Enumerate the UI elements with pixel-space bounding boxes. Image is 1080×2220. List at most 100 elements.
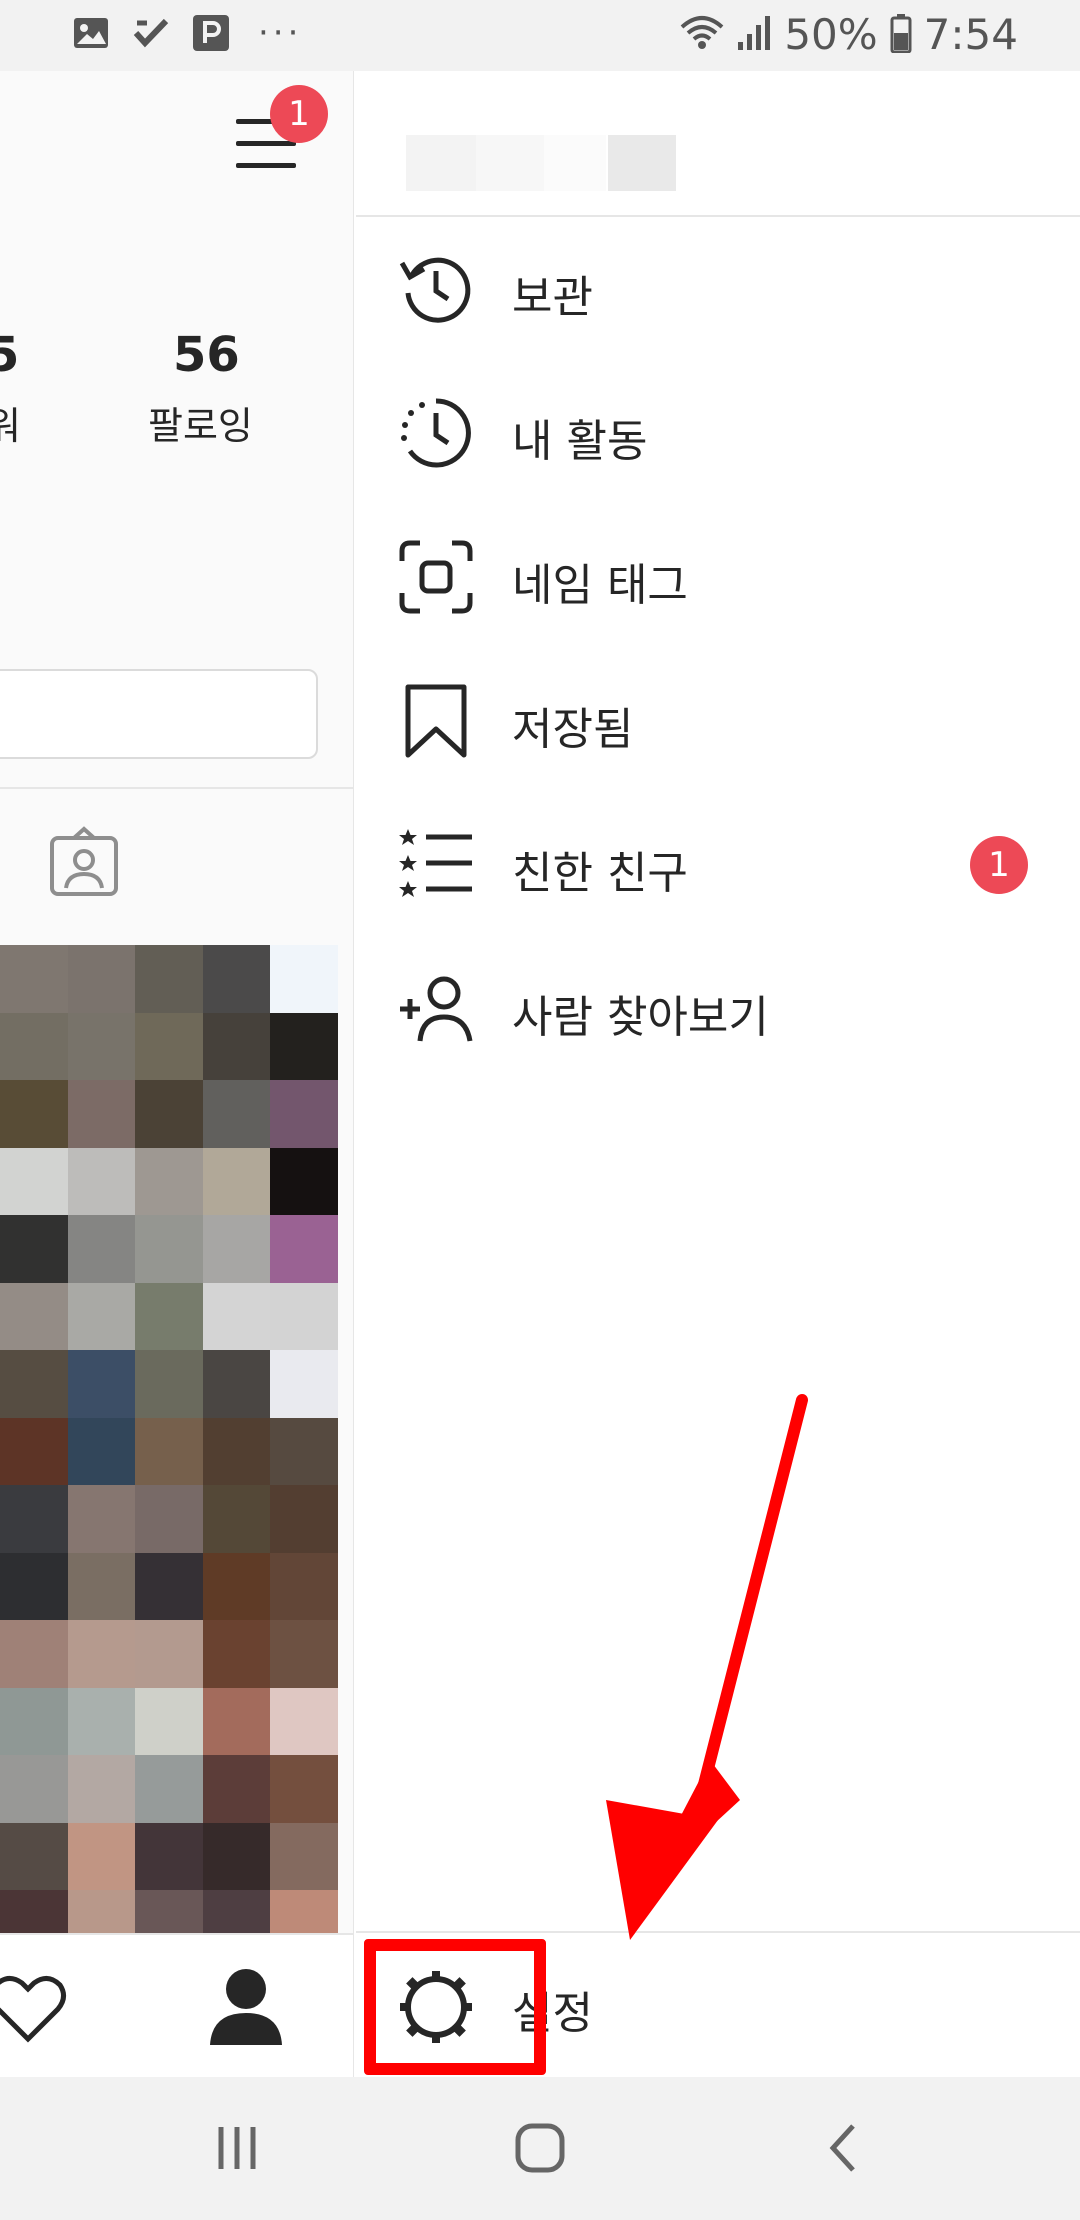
menu-item-nametag[interactable]: 네임 태그 (356, 505, 1080, 649)
username-blur (476, 135, 544, 191)
menu-item-activity[interactable]: 내 활동 (356, 361, 1080, 505)
photo-thumbnail[interactable] (135, 1552, 203, 1620)
photo-thumbnail[interactable] (135, 1080, 203, 1148)
nametag-icon (398, 539, 474, 615)
photo-thumbnail[interactable] (202, 1755, 271, 1823)
photo-thumbnail[interactable] (0, 1755, 68, 1823)
photo-thumbnail[interactable] (67, 1215, 136, 1283)
photo-thumbnail[interactable] (0, 1485, 68, 1553)
activity-icon (398, 395, 474, 471)
photo-thumbnail[interactable] (270, 1620, 338, 1688)
photo-thumbnail[interactable] (202, 1215, 271, 1283)
photo-thumbnail[interactable] (67, 1080, 136, 1148)
photo-thumbnail[interactable] (67, 1282, 136, 1350)
photo-thumbnail[interactable] (202, 1687, 271, 1755)
photo-thumbnail[interactable] (67, 1822, 136, 1890)
photo-thumbnail[interactable] (67, 1350, 136, 1418)
photo-thumbnail[interactable] (135, 1350, 203, 1418)
menu-item-archive[interactable]: 보관 (356, 217, 1080, 361)
menu-item-discover-people[interactable]: 사람 찾아보기 (356, 937, 1080, 1081)
profile-icon[interactable] (208, 1967, 284, 2047)
photo-thumbnail[interactable] (135, 1620, 203, 1688)
menu-item-saved[interactable]: 저장됨 (356, 649, 1080, 793)
photo-thumbnail[interactable] (270, 1890, 338, 1933)
following-label[interactable]: 팔로잉 (148, 395, 253, 450)
photo-thumbnail[interactable] (270, 1687, 338, 1755)
photo-thumbnail[interactable] (270, 1012, 338, 1080)
photo-thumbnail[interactable] (270, 1552, 338, 1620)
photo-thumbnail[interactable] (0, 1552, 68, 1620)
photo-thumbnail[interactable] (135, 1890, 203, 1933)
photo-thumbnail[interactable] (270, 1822, 338, 1890)
photo-thumbnail[interactable] (67, 1147, 136, 1215)
photo-thumbnail[interactable] (0, 1350, 68, 1418)
photo-thumbnail[interactable] (270, 945, 338, 1013)
photo-thumbnail[interactable] (67, 945, 136, 1013)
photo-thumbnail[interactable] (202, 1485, 271, 1553)
recent-apps-button[interactable] (202, 2113, 272, 2183)
photo-thumbnail[interactable] (202, 1147, 271, 1215)
photo-thumbnail[interactable] (0, 1282, 68, 1350)
photo-thumbnail[interactable] (135, 1755, 203, 1823)
followers-label[interactable]: 워 (0, 395, 21, 450)
following-count[interactable]: 56 (173, 327, 240, 383)
photo-thumbnail[interactable] (270, 1417, 338, 1485)
photo-thumbnail[interactable] (135, 1822, 203, 1890)
photo-thumbnail[interactable] (270, 1147, 338, 1215)
followers-count[interactable]: 5 (0, 327, 19, 383)
photo-grid[interactable] (0, 945, 338, 1933)
photo-thumbnail[interactable] (270, 1215, 338, 1283)
photo-thumbnail[interactable] (202, 1012, 271, 1080)
photo-thumbnail[interactable] (0, 1417, 68, 1485)
photo-thumbnail[interactable] (135, 1215, 203, 1283)
profile-pane: 1 5 워 56 팔로잉 (0, 71, 354, 1933)
photo-thumbnail[interactable] (135, 1485, 203, 1553)
photo-thumbnail[interactable] (135, 1282, 203, 1350)
photo-thumbnail[interactable] (135, 1417, 203, 1485)
photo-thumbnail[interactable] (0, 1080, 68, 1148)
photo-thumbnail[interactable] (270, 1080, 338, 1148)
home-button[interactable] (505, 2113, 575, 2183)
photo-thumbnail[interactable] (202, 1552, 271, 1620)
photo-thumbnail[interactable] (0, 1687, 68, 1755)
parking-icon (192, 14, 230, 52)
back-button[interactable] (808, 2113, 878, 2183)
photo-thumbnail[interactable] (270, 1282, 338, 1350)
photo-thumbnail[interactable] (202, 945, 271, 1013)
photo-thumbnail[interactable] (135, 945, 203, 1013)
photo-thumbnail[interactable] (202, 1350, 271, 1418)
photo-thumbnail[interactable] (202, 1822, 271, 1890)
photo-thumbnail[interactable] (135, 1687, 203, 1755)
photo-thumbnail[interactable] (0, 1012, 68, 1080)
photo-thumbnail[interactable] (67, 1687, 136, 1755)
menu-item-close-friends[interactable]: 친한 친구 1 (356, 793, 1080, 937)
photo-thumbnail[interactable] (67, 1012, 136, 1080)
photo-thumbnail[interactable] (67, 1552, 136, 1620)
tagged-photos-icon[interactable] (48, 826, 120, 898)
photo-thumbnail[interactable] (0, 1620, 68, 1688)
bookmark-icon (398, 683, 474, 759)
photo-thumbnail[interactable] (67, 1890, 136, 1933)
photo-thumbnail[interactable] (67, 1620, 136, 1688)
heart-icon[interactable] (0, 1969, 68, 2049)
photo-thumbnail[interactable] (67, 1755, 136, 1823)
photo-thumbnail[interactable] (0, 1822, 68, 1890)
photo-thumbnail[interactable] (0, 1215, 68, 1283)
photo-thumbnail[interactable] (202, 1282, 271, 1350)
photo-thumbnail[interactable] (202, 1620, 271, 1688)
menu-label-close-friends: 친한 친구 (512, 848, 688, 899)
photo-thumbnail[interactable] (0, 1890, 68, 1933)
photo-thumbnail[interactable] (202, 1890, 271, 1933)
photo-thumbnail[interactable] (67, 1417, 136, 1485)
photo-thumbnail[interactable] (202, 1417, 271, 1485)
photo-thumbnail[interactable] (270, 1755, 338, 1823)
photo-thumbnail[interactable] (270, 1350, 338, 1418)
photo-thumbnail[interactable] (67, 1485, 136, 1553)
photo-thumbnail[interactable] (0, 945, 68, 1013)
photo-thumbnail[interactable] (135, 1147, 203, 1215)
photo-thumbnail[interactable] (135, 1012, 203, 1080)
photo-thumbnail[interactable] (202, 1080, 271, 1148)
photo-thumbnail[interactable] (270, 1485, 338, 1553)
edit-profile-button[interactable] (0, 669, 318, 759)
photo-thumbnail[interactable] (0, 1147, 68, 1215)
